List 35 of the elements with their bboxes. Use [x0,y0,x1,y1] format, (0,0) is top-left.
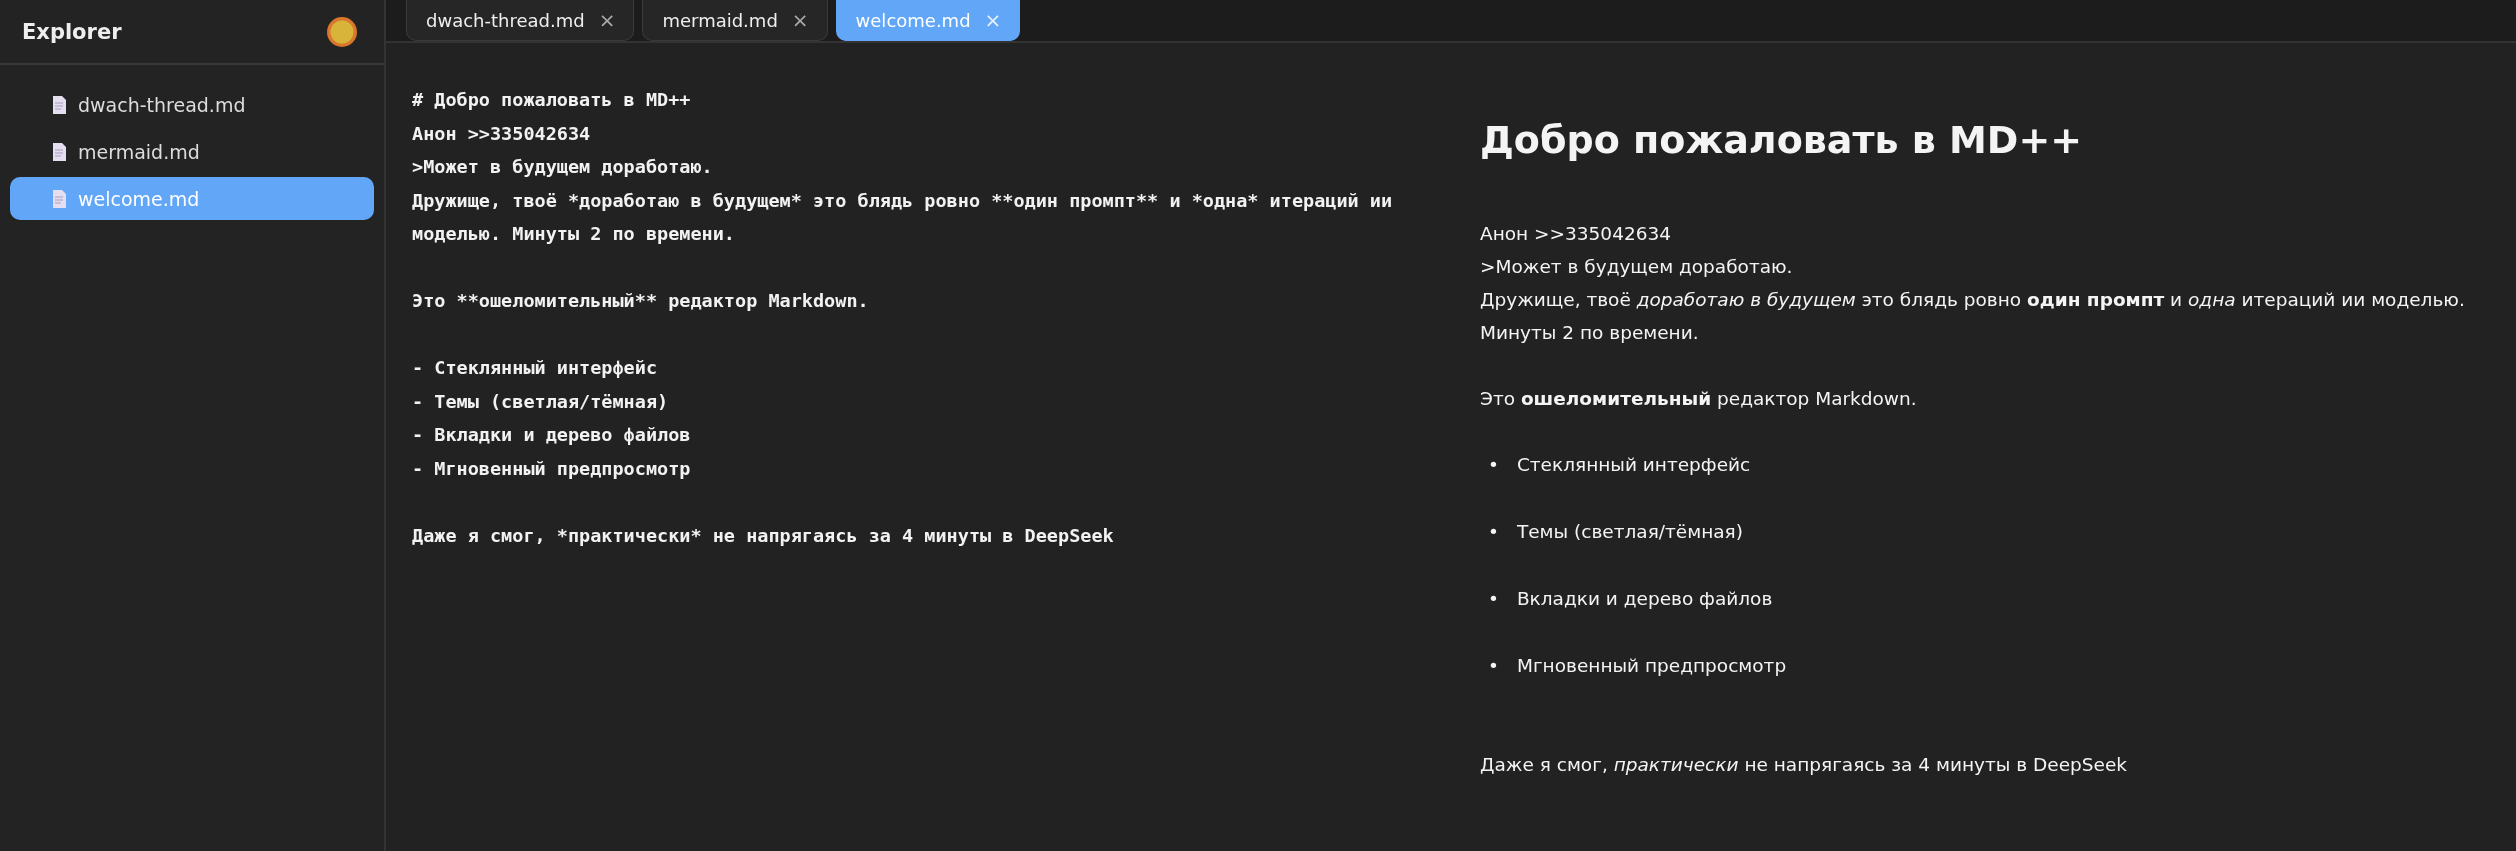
file-icon [52,95,66,114]
sidebar-title: Explorer [22,19,122,44]
bullet-mark: • [1488,654,1499,678]
file-item[interactable]: mermaid.md [10,130,374,173]
file-icon [52,189,66,208]
code-line: - Мгновенный предпросмотр [412,456,692,481]
list-item: Стеклянный интерфейс [1516,453,1751,477]
code-line: - Вкладки и дерево файлов [412,423,692,447]
preview-heading: Добро пожаловать в MD++ [1480,117,2084,164]
file-tab[interactable]: dwach-thread.md × [406,0,635,41]
preview-text: Анон >>335042634 [1480,222,1672,246]
bullet-mark: • [1488,453,1499,477]
preview-paragraph: Это ошеломительный редактор Markdown. [1480,387,1918,411]
code-line: Анон >>335042634 [412,121,592,146]
code-line: Даже я смог, *практически* не напрягаясь за 4 минуты в DeepSeek [412,523,1115,548]
bullet-mark: • [1488,587,1499,611]
file-icon [52,142,66,161]
preview-text: >Может в будущем доработаю. [1480,255,1794,279]
code-line: - Темы (светлая/тёмная) [412,389,670,414]
preview-paragraph: Даже я смог, практически не напрягаясь за 4 минуты в DeepSeek [1480,753,2129,777]
list-item: Темы (светлая/тёмная) [1516,520,1743,544]
code-line: - Стеклянный интерфейс [412,356,659,380]
sun-icon[interactable] [326,15,358,48]
code-line: Это **ошеломительный** редактор Markdown. [412,289,870,313]
list-item: Вкладки и дерево файлов [1516,587,1773,611]
bullet-mark: • [1488,520,1499,544]
close-button[interactable]: × [791,8,809,32]
preview-text: Дружище, твоё доработаю в будущем это блядь ровно один промпт и одна итераций ии моделью. Минуты 2 по времени. [1480,288,2466,345]
code-line: Дружище, твоё *доработаю в будущем* это блядь ровно **один промпт** и *одна* итераций ии моделью. Минуты 2 по времени. [412,188,1394,246]
list-item: Мгновенный предпросмотр [1516,654,1787,678]
file-tab[interactable]: mermaid.md × [642,0,828,41]
close-button[interactable]: × [598,8,616,32]
file-item[interactable]: dwach-thread.md [10,83,374,126]
code-line: # Добро пожаловать в MD++ [412,88,692,112]
code-line: >Может в будущем доработаю. [412,155,714,179]
